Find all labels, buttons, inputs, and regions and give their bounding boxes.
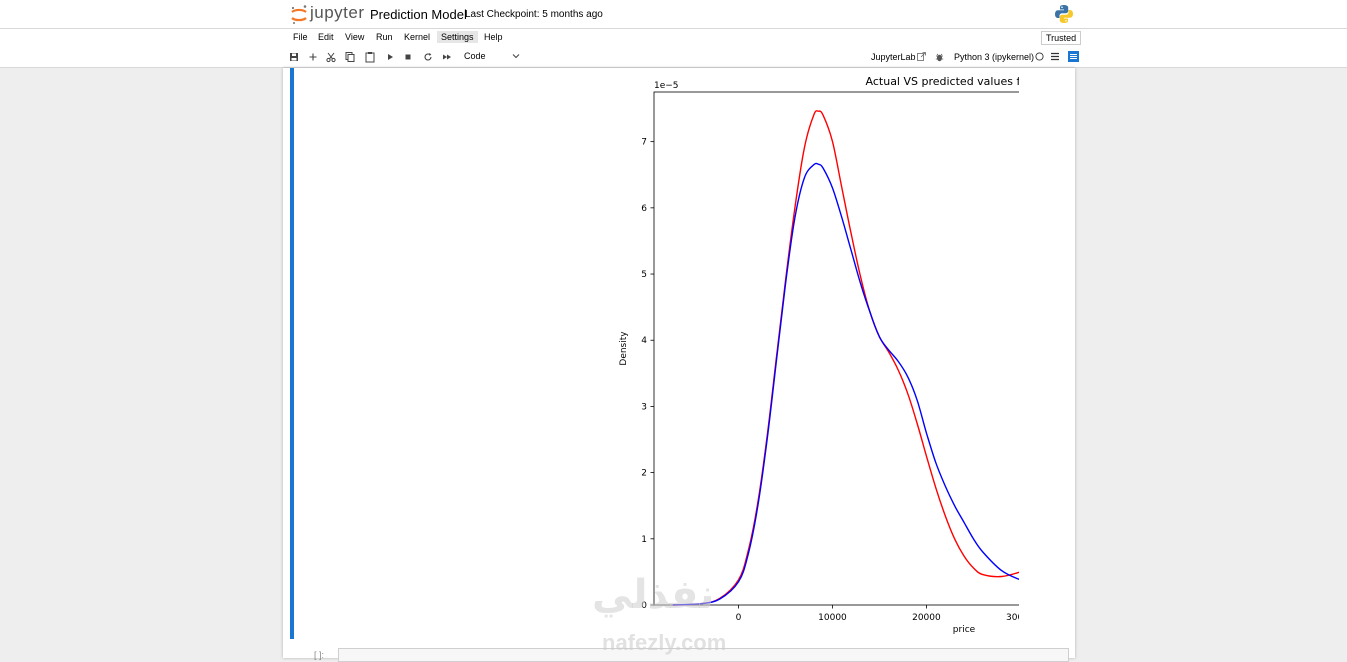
series-line-red xyxy=(672,110,1019,606)
y-tick-label: 7 xyxy=(641,138,647,148)
trusted-badge[interactable]: Trusted xyxy=(1041,31,1082,45)
chevron-down-icon[interactable] xyxy=(512,52,520,60)
paste-icon[interactable] xyxy=(363,50,377,64)
hamburger-menu-icon[interactable] xyxy=(1050,52,1060,61)
x-tick-label: 30000 xyxy=(1006,613,1019,623)
y-axis-label: Density xyxy=(619,331,629,366)
checkpoint-status: Last Checkpoint: 5 months ago xyxy=(465,9,603,20)
chart-title: Actual VS predicted values for price xyxy=(866,75,1019,88)
notebook-header: jupyter Prediction Model Last Checkpoint… xyxy=(0,0,1347,28)
x-tick-label: 0 xyxy=(736,613,742,623)
x-tick-label: 20000 xyxy=(912,613,941,623)
external-link-icon[interactable] xyxy=(917,52,926,61)
code-cell-input[interactable] xyxy=(338,648,1069,662)
menu-settings[interactable]: Settings xyxy=(437,31,478,43)
kernel-idle-icon xyxy=(1035,52,1044,61)
cell-type-select[interactable]: Code xyxy=(464,51,486,61)
run-icon[interactable] xyxy=(383,50,397,64)
y-tick-label: 4 xyxy=(641,336,647,346)
y-tick-label: 3 xyxy=(641,402,647,412)
y-ticks: 0 1 2 3 4 5 6 7 xyxy=(641,138,654,611)
y-tick-label: 1 xyxy=(641,535,647,545)
kde-chart: 01234567 01000020000300004000050000 Actu… xyxy=(619,75,1019,635)
selected-cell-indicator[interactable] xyxy=(290,68,294,639)
jupyterlab-link[interactable]: JupyterLab xyxy=(871,52,916,62)
menu-view[interactable]: View xyxy=(345,32,364,42)
stop-icon[interactable] xyxy=(401,50,415,64)
menu-help[interactable]: Help xyxy=(484,32,503,42)
fast-forward-icon[interactable] xyxy=(440,50,454,64)
x-axis-label: price xyxy=(953,625,976,635)
add-cell-icon[interactable] xyxy=(306,50,320,64)
notebook-panel: 01234567 01000020000300004000050000 Actu… xyxy=(283,68,1075,662)
restart-icon[interactable] xyxy=(421,50,435,64)
menu-bar: File Edit View Run Kernel Settings Help … xyxy=(0,28,1347,48)
python-logo-icon xyxy=(1055,5,1073,23)
menu-file[interactable]: File xyxy=(293,32,308,42)
menu-kernel[interactable]: Kernel xyxy=(404,32,430,42)
notebook-toolbar: Code JupyterLab Python 3 (ipykernel) xyxy=(0,47,1347,68)
kernel-name[interactable]: Python 3 (ipykernel) xyxy=(954,52,1034,62)
y-offset-label: 1e−5 xyxy=(654,81,679,91)
cell-prompt: [ ]: xyxy=(314,650,325,660)
notebook-title[interactable]: Prediction Model xyxy=(370,7,467,22)
y-tick-label: 6 xyxy=(641,204,647,214)
command-palette-icon[interactable] xyxy=(1068,51,1079,62)
x-ticks: 01000020000300004000050000 xyxy=(736,605,1019,623)
y-tick-label: 2 xyxy=(641,469,647,479)
jupyter-wordmark: jupyter xyxy=(310,3,365,22)
y-tick-label: 0 xyxy=(641,601,647,611)
copy-icon[interactable] xyxy=(343,50,357,64)
cut-icon[interactable] xyxy=(324,50,338,64)
series-lines xyxy=(672,110,1019,606)
menu-run[interactable]: Run xyxy=(376,32,393,42)
y-tick-label: 5 xyxy=(641,270,647,280)
plot-area xyxy=(653,91,1019,606)
menu-edit[interactable]: Edit xyxy=(318,32,334,42)
series-line-blue xyxy=(672,162,1019,606)
debugger-bug-icon[interactable] xyxy=(935,52,944,62)
save-icon[interactable] xyxy=(287,50,301,64)
x-tick-label: 10000 xyxy=(818,613,847,623)
